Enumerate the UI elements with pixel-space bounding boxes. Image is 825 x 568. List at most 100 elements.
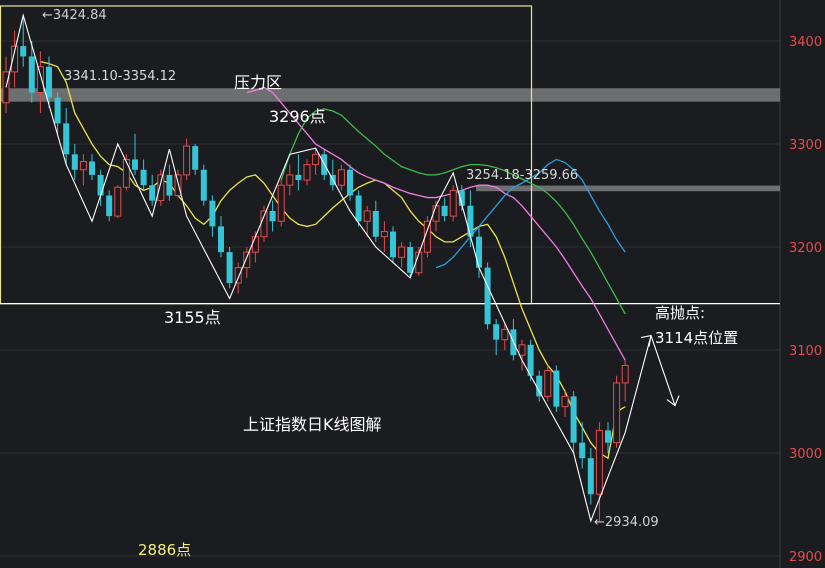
candle-body: [63, 123, 70, 155]
candle-body: [355, 195, 362, 222]
candle-body: [398, 246, 406, 258]
y-tick-label: 2900: [789, 550, 822, 565]
candle-body: [218, 226, 224, 253]
candle-body: [36, 66, 44, 93]
candle: [372, 200, 379, 242]
candle: [2, 56, 10, 114]
moving-average-lines: [40, 60, 626, 460]
candle-body: [312, 153, 320, 166]
candle: [595, 422, 603, 521]
candle-body: [476, 236, 482, 268]
candle-body: [166, 174, 173, 196]
candle-body: [209, 200, 216, 227]
candle-body: [106, 195, 113, 217]
candle: [510, 319, 517, 361]
candle-body: [192, 146, 199, 170]
chart-title: 上证指数日K线图解: [243, 415, 382, 434]
candle: [122, 154, 130, 191]
band-label-upper: 3341.10-3354.12: [64, 69, 176, 84]
y-tick-label: 3000: [789, 447, 822, 462]
up-arrow-head: [640, 334, 652, 347]
candle-body: [140, 169, 147, 186]
candle: [106, 190, 113, 222]
y-tick-label: 3100: [789, 344, 822, 359]
candle-body: [372, 210, 379, 237]
candle: [89, 154, 95, 181]
candle: [380, 221, 388, 253]
candle: [303, 159, 311, 186]
candle-body: [347, 169, 353, 196]
peak-label: 3296点: [269, 107, 326, 126]
min-price-label: ←2934.09: [594, 515, 659, 530]
candle: [149, 174, 156, 206]
candle-body: [613, 382, 621, 444]
candle: [140, 159, 147, 191]
candle-body: [28, 56, 35, 93]
candle: [286, 164, 294, 196]
price-axis: 2900 3000 3100 3200 3300 3400: [779, 0, 822, 568]
kline-chart: 2900 3000 3100 3200 3300 3400 ←3424.84 3341.1…: [0, 0, 822, 568]
candle-body: [621, 364, 629, 384]
candle-body: [493, 324, 500, 340]
target-label-line1: 高抛点:: [655, 304, 705, 322]
grid-lines: [0, 40, 780, 557]
candle-body: [286, 174, 294, 186]
candle-body: [20, 46, 27, 57]
candle-body: [234, 267, 242, 284]
candle: [132, 133, 138, 175]
candle-body: [54, 97, 61, 124]
candle: [536, 370, 543, 402]
candle: [484, 262, 491, 330]
candle: [269, 200, 276, 232]
resistance-band: [476, 185, 780, 192]
candle-body: [544, 370, 552, 397]
candle-body: [277, 184, 285, 222]
pressure-zone-label: 压力区: [234, 73, 282, 92]
candle-body: [449, 189, 457, 217]
candle: [355, 190, 362, 227]
candle-body: [132, 159, 138, 170]
candle-body: [200, 169, 207, 201]
candle-body: [269, 210, 276, 222]
candle-body: [71, 154, 78, 170]
candle-body: [390, 231, 396, 258]
candle: [441, 197, 448, 222]
candle: [183, 138, 191, 181]
candle-body: [579, 442, 586, 459]
band-label-lower: 3254.18-3259.66: [466, 168, 578, 183]
candle-body: [89, 161, 95, 175]
candle: [398, 241, 406, 268]
target-label-line2: 3114点位置: [655, 329, 738, 347]
candle-body: [432, 205, 440, 222]
candle-body: [484, 267, 491, 325]
candle-body: [536, 375, 543, 397]
candle: [114, 185, 122, 219]
candle: [192, 144, 199, 175]
candle-body: [114, 186, 122, 217]
candle-body: [97, 174, 104, 196]
candle: [621, 360, 629, 402]
bottom-price-label: 2886点: [138, 541, 191, 559]
candle: [570, 391, 577, 453]
price-bands: [0, 88, 780, 192]
candle-body: [243, 251, 251, 269]
candle-body: [295, 174, 302, 181]
candle: [337, 164, 345, 191]
candle: [587, 447, 594, 505]
y-tick-label: 3200: [789, 241, 822, 256]
candle-body: [587, 458, 594, 495]
candle: [579, 422, 586, 469]
candle: [277, 180, 285, 227]
candle-body: [149, 185, 156, 201]
candle-body: [226, 252, 233, 284]
candle: [71, 144, 78, 181]
candle-body: [570, 396, 577, 443]
candle-body: [157, 174, 165, 202]
candle-body: [363, 210, 371, 222]
candle-body: [46, 66, 52, 98]
candle-body: [553, 370, 560, 407]
range-box: [0, 5, 780, 305]
candle-body: [467, 205, 474, 237]
candle: [295, 154, 302, 191]
candle: [166, 164, 173, 201]
